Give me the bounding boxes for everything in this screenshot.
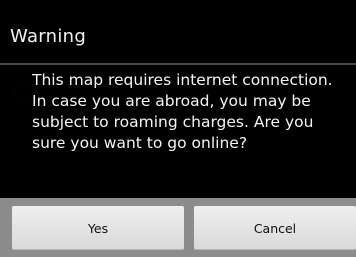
dialog-message: This map requires internet connection. I… <box>32 71 333 152</box>
dialog-button-bar: Yes Cancel <box>0 198 356 257</box>
screen: Warning This map requires internet conne… <box>0 0 356 257</box>
dialog-title: Warning <box>10 26 87 47</box>
title-divider <box>0 63 356 65</box>
warning-dialog: Warning This map requires internet conne… <box>0 14 356 257</box>
yes-button[interactable]: Yes <box>12 206 184 250</box>
cancel-button[interactable]: Cancel <box>194 206 356 250</box>
